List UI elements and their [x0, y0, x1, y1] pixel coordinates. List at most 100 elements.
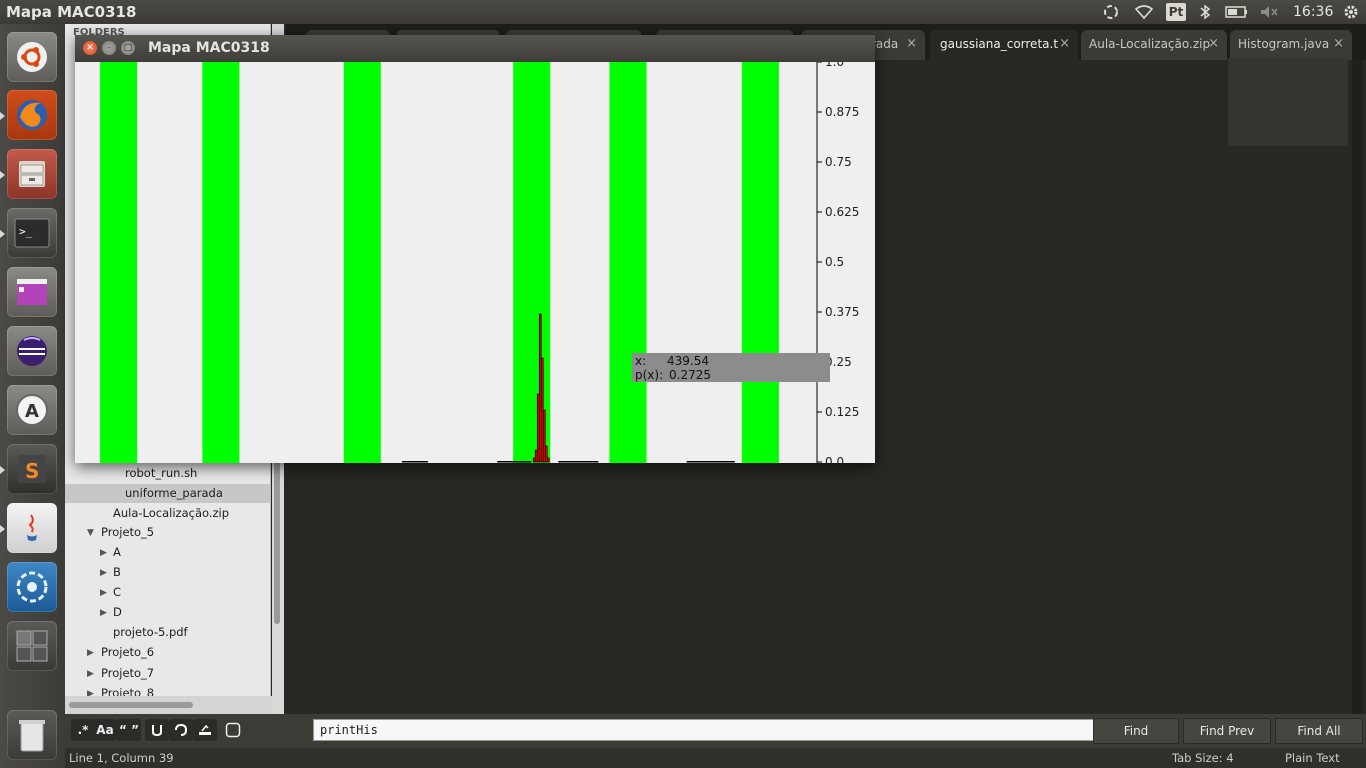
green-band: [513, 62, 551, 463]
sidebar-item-projeto-5-pdf[interactable]: projeto-5.pdf: [113, 625, 188, 639]
battery-icon[interactable]: [1224, 0, 1250, 24]
sidebar-item-projeto-5[interactable]: Projeto_5: [101, 525, 154, 539]
eclipse-icon[interactable]: [7, 326, 57, 376]
y-tick-label: 0.875: [825, 105, 859, 119]
software-updater-icon[interactable]: A: [7, 385, 57, 435]
y-tick-label: 0.125: [825, 405, 859, 419]
editor-scrollbar[interactable]: [1352, 60, 1362, 714]
tooltip-p-value: 0.2725: [669, 368, 711, 382]
sidebar-item-projeto-7[interactable]: Projeto_7: [101, 666, 154, 680]
terminal-icon[interactable]: >_: [7, 208, 57, 258]
sidebar-item-uniforme-parada-row[interactable]: uniforme_parada: [65, 484, 270, 503]
app-window-icon[interactable]: [7, 267, 57, 317]
collapsed-arrow-icon[interactable]: ▶: [100, 548, 107, 558]
network-sync-icon[interactable]: [1100, 0, 1122, 24]
volume-muted-icon[interactable]: [1258, 0, 1280, 24]
regex-toggle[interactable]: .*: [71, 719, 95, 741]
sidebar-horizontal-scrollbar[interactable]: [65, 696, 272, 714]
sidebar-item-label: uniforme_parada: [125, 486, 223, 500]
scrollbar-thumb[interactable]: [69, 702, 193, 708]
active-window-title: Mapa MAC0318: [6, 3, 137, 21]
tooltip-x-label: x:: [635, 354, 647, 368]
launcher: >_ A S: [0, 24, 66, 768]
minimap[interactable]: [1228, 58, 1348, 146]
collapsed-arrow-icon[interactable]: ▶: [100, 608, 107, 618]
system-gear-icon[interactable]: [1340, 0, 1362, 24]
sidebar-item-c[interactable]: C: [113, 585, 121, 599]
close-icon[interactable]: ×: [1333, 36, 1344, 51]
sidebar-item-d[interactable]: D: [113, 605, 122, 619]
clock[interactable]: 16:36: [1293, 4, 1333, 20]
find-all-button[interactable]: Find All: [1275, 718, 1363, 744]
trash-icon[interactable]: [7, 710, 57, 760]
green-band: [343, 62, 381, 463]
histogram-bar: [532, 457, 536, 463]
file-cabinet-icon[interactable]: [7, 149, 57, 199]
expanded-arrow-icon[interactable]: ▼: [87, 528, 94, 538]
find-prev-button[interactable]: Find Prev: [1183, 718, 1271, 744]
camera-shutter-icon[interactable]: [7, 562, 57, 612]
green-band: [202, 62, 240, 463]
minimize-window-icon[interactable]: –: [102, 41, 116, 55]
sidebar-item-robot-run[interactable]: robot_run.sh: [125, 466, 197, 480]
baseline-segment: [558, 461, 599, 463]
map-window-titlebar[interactable]: ✕ – □ Mapa MAC0318: [75, 35, 875, 62]
tab-gaussiana-correta[interactable]: gaussiana_correta.t ×: [930, 30, 1078, 60]
histogram-bar: [538, 313, 542, 463]
histogram-chart[interactable]: 1.00.8750.750.6250.50.3750.250.1250.0: [75, 62, 875, 463]
sidebar-item-projeto-8[interactable]: Projeto_8: [101, 686, 154, 696]
tab-size-selector[interactable]: Tab Size: 4: [1172, 751, 1234, 765]
svg-text:S: S: [25, 459, 39, 483]
sidebar-item-a[interactable]: A: [113, 545, 121, 559]
green-band: [100, 62, 138, 463]
tooltip-p-label: p(x):: [635, 368, 664, 382]
sidebar-item-aula-zip[interactable]: Aula-Localização.zip: [113, 506, 229, 520]
map-window[interactable]: ✕ – □ Mapa MAC0318 1.0 0.875 0.75 0.625 0.5 0…: [75, 35, 875, 463]
workspace-switcher-icon[interactable]: [7, 621, 57, 671]
close-icon[interactable]: ×: [906, 36, 917, 51]
tab-label: gaussiana_correta.t: [940, 37, 1059, 51]
histogram-bar: [544, 445, 548, 463]
y-tick-label: 0.375: [825, 305, 859, 319]
wifi-icon[interactable]: [1132, 0, 1156, 24]
collapsed-arrow-icon[interactable]: ▶: [87, 669, 94, 679]
baseline-segment: [401, 461, 428, 463]
java-icon[interactable]: [7, 503, 57, 553]
ubuntu-dash-icon[interactable]: [7, 32, 57, 82]
close-window-icon[interactable]: ✕: [83, 41, 97, 55]
close-icon[interactable]: ×: [1059, 36, 1070, 51]
sidebar-item-projeto-6[interactable]: Projeto_6: [101, 645, 154, 659]
bluetooth-icon[interactable]: [1196, 0, 1214, 24]
whole-word-toggle[interactable]: “ ”: [117, 719, 141, 741]
case-sensitive-toggle[interactable]: Aa: [93, 719, 117, 741]
sublime-text-icon[interactable]: S: [7, 444, 57, 494]
tab-aula-localizacao[interactable]: Aula-Localização.zip ×: [1081, 30, 1227, 60]
keyboard-layout-indicator[interactable]: Pt: [1166, 3, 1186, 21]
histogram-bar: [536, 393, 540, 463]
maximize-window-icon[interactable]: □: [121, 41, 135, 55]
find-button[interactable]: Find: [1093, 718, 1179, 744]
in-selection-toggle-icon[interactable]: [169, 719, 193, 741]
histogram-bar: [540, 357, 544, 463]
green-band: [609, 62, 647, 463]
tab-label: rada: [871, 37, 899, 51]
collapsed-arrow-icon[interactable]: ▶: [100, 588, 107, 598]
running-indicator: [0, 525, 5, 533]
y-tick-label: 1.0: [825, 62, 844, 69]
map-window-title: Mapa MAC0318: [148, 40, 270, 56]
close-icon[interactable]: ×: [1208, 36, 1219, 51]
wrap-toggle-icon[interactable]: [145, 719, 169, 741]
tab-histogram-java[interactable]: Histogram.java ×: [1230, 30, 1352, 60]
in-selection-box-icon[interactable]: [221, 719, 245, 741]
find-input[interactable]: [313, 719, 1151, 741]
green-bands: [100, 62, 779, 463]
collapsed-arrow-icon[interactable]: ▶: [100, 568, 107, 578]
sidebar-item-b[interactable]: B: [113, 565, 121, 579]
highlight-matches-toggle-icon[interactable]: [193, 719, 217, 741]
firefox-icon[interactable]: [7, 90, 57, 140]
collapsed-arrow-icon[interactable]: ▶: [87, 648, 94, 658]
green-band: [741, 62, 779, 463]
cursor-position: Line 1, Column 39: [69, 751, 174, 765]
status-bar: Line 1, Column 39 Tab Size: 4 Plain Text: [65, 748, 1366, 768]
syntax-selector[interactable]: Plain Text: [1285, 751, 1340, 765]
